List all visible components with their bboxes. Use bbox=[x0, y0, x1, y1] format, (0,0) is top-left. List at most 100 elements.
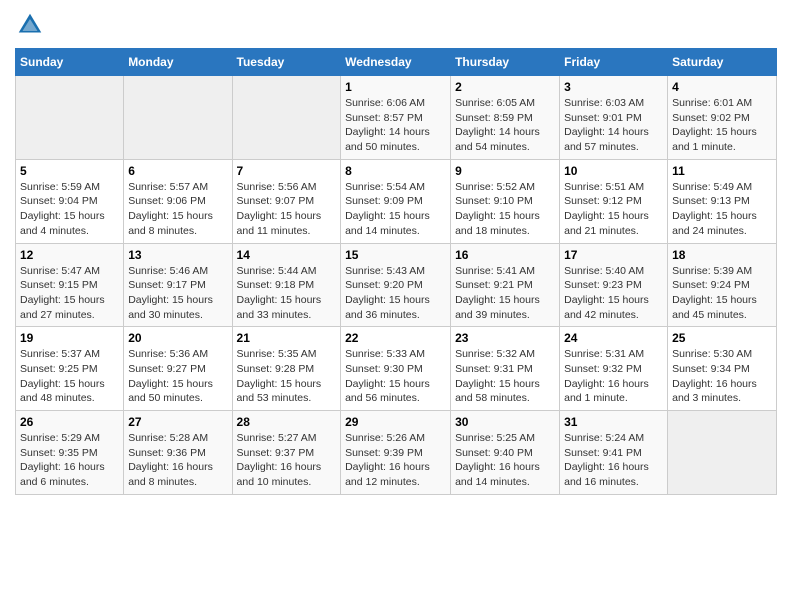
day-info: Sunrise: 5:30 AMSunset: 9:34 PMDaylight:… bbox=[672, 347, 772, 406]
day-info: Sunrise: 5:47 AMSunset: 9:15 PMDaylight:… bbox=[20, 264, 119, 323]
calendar-table: SundayMondayTuesdayWednesdayThursdayFrid… bbox=[15, 48, 777, 495]
day-info: Sunrise: 5:44 AMSunset: 9:18 PMDaylight:… bbox=[237, 264, 337, 323]
day-info: Sunrise: 5:43 AMSunset: 9:20 PMDaylight:… bbox=[345, 264, 446, 323]
day-info: Sunrise: 5:39 AMSunset: 9:24 PMDaylight:… bbox=[672, 264, 772, 323]
calendar-week-row: 12 Sunrise: 5:47 AMSunset: 9:15 PMDayligh… bbox=[16, 243, 777, 327]
weekday-header: Friday bbox=[560, 49, 668, 76]
calendar-cell: 21 Sunrise: 5:35 AMSunset: 9:28 PMDayligh… bbox=[232, 327, 341, 411]
calendar-week-row: 5Sunrise: 5:59 AMSunset: 9:04 PMDaylight… bbox=[16, 159, 777, 243]
calendar-cell: 28 Sunrise: 5:27 AMSunset: 9:37 PMDayligh… bbox=[232, 411, 341, 495]
day-number: 1 bbox=[345, 80, 446, 94]
weekday-header: Sunday bbox=[16, 49, 124, 76]
day-number: 21 bbox=[237, 331, 337, 345]
day-info: Sunrise: 5:52 AMSunset: 9:10 PMDaylight:… bbox=[455, 180, 555, 239]
day-number: 14 bbox=[237, 248, 337, 262]
calendar-cell: 13Sunrise: 5:46 AMSunset: 9:17 PMDayligh… bbox=[124, 243, 232, 327]
day-info: Sunrise: 5:29 AMSunset: 9:35 PMDaylight:… bbox=[20, 431, 119, 490]
day-number: 2 bbox=[455, 80, 555, 94]
day-number: 11 bbox=[672, 164, 772, 178]
day-number: 19 bbox=[20, 331, 119, 345]
calendar-cell: 18 Sunrise: 5:39 AMSunset: 9:24 PMDayligh… bbox=[668, 243, 777, 327]
calendar-cell: 12 Sunrise: 5:47 AMSunset: 9:15 PMDayligh… bbox=[16, 243, 124, 327]
day-info: Sunrise: 5:28 AMSunset: 9:36 PMDaylight:… bbox=[128, 431, 227, 490]
day-info: Sunrise: 5:31 AMSunset: 9:32 PMDaylight:… bbox=[564, 347, 663, 406]
calendar-cell: 14 Sunrise: 5:44 AMSunset: 9:18 PMDayligh… bbox=[232, 243, 341, 327]
day-info: Sunrise: 5:57 AMSunset: 9:06 PMDaylight:… bbox=[128, 180, 227, 239]
day-number: 28 bbox=[237, 415, 337, 429]
calendar-cell: 8 Sunrise: 5:54 AMSunset: 9:09 PMDaylight… bbox=[341, 159, 451, 243]
day-number: 17 bbox=[564, 248, 663, 262]
weekday-header: Saturday bbox=[668, 49, 777, 76]
day-number: 6 bbox=[128, 164, 227, 178]
day-number: 3 bbox=[564, 80, 663, 94]
calendar-header: SundayMondayTuesdayWednesdayThursdayFrid… bbox=[16, 49, 777, 76]
day-info: Sunrise: 5:37 AMSunset: 9:25 PMDaylight:… bbox=[20, 347, 119, 406]
calendar-week-row: 1 Sunrise: 6:06 AMSunset: 8:57 PMDaylight… bbox=[16, 76, 777, 160]
calendar-cell: 16 Sunrise: 5:41 AMSunset: 9:21 PMDayligh… bbox=[451, 243, 560, 327]
day-number: 15 bbox=[345, 248, 446, 262]
day-info: Sunrise: 5:25 AMSunset: 9:40 PMDaylight:… bbox=[455, 431, 555, 490]
day-number: 30 bbox=[455, 415, 555, 429]
calendar-cell bbox=[232, 76, 341, 160]
calendar-cell: 10 Sunrise: 5:51 AMSunset: 9:12 PMDayligh… bbox=[560, 159, 668, 243]
day-number: 12 bbox=[20, 248, 119, 262]
day-number: 18 bbox=[672, 248, 772, 262]
day-info: Sunrise: 5:49 AMSunset: 9:13 PMDaylight:… bbox=[672, 180, 772, 239]
calendar-cell: 17 Sunrise: 5:40 AMSunset: 9:23 PMDayligh… bbox=[560, 243, 668, 327]
calendar-cell: 19 Sunrise: 5:37 AMSunset: 9:25 PMDayligh… bbox=[16, 327, 124, 411]
calendar-cell: 9 Sunrise: 5:52 AMSunset: 9:10 PMDaylight… bbox=[451, 159, 560, 243]
day-info: Sunrise: 5:36 AMSunset: 9:27 PMDaylight:… bbox=[128, 347, 227, 406]
calendar-week-row: 19 Sunrise: 5:37 AMSunset: 9:25 PMDayligh… bbox=[16, 327, 777, 411]
day-info: Sunrise: 6:05 AMSunset: 8:59 PMDaylight:… bbox=[455, 96, 555, 155]
day-number: 31 bbox=[564, 415, 663, 429]
day-number: 8 bbox=[345, 164, 446, 178]
calendar-cell bbox=[16, 76, 124, 160]
calendar-cell: 20Sunrise: 5:36 AMSunset: 9:27 PMDayligh… bbox=[124, 327, 232, 411]
calendar-cell: 7Sunrise: 5:56 AMSunset: 9:07 PMDaylight… bbox=[232, 159, 341, 243]
calendar-week-row: 26Sunrise: 5:29 AMSunset: 9:35 PMDayligh… bbox=[16, 411, 777, 495]
calendar-cell: 27 Sunrise: 5:28 AMSunset: 9:36 PMDayligh… bbox=[124, 411, 232, 495]
day-info: Sunrise: 5:41 AMSunset: 9:21 PMDaylight:… bbox=[455, 264, 555, 323]
calendar-cell: 2 Sunrise: 6:05 AMSunset: 8:59 PMDaylight… bbox=[451, 76, 560, 160]
day-number: 29 bbox=[345, 415, 446, 429]
day-info: Sunrise: 6:01 AMSunset: 9:02 PMDaylight:… bbox=[672, 96, 772, 155]
calendar-cell: 26Sunrise: 5:29 AMSunset: 9:35 PMDayligh… bbox=[16, 411, 124, 495]
day-info: Sunrise: 5:27 AMSunset: 9:37 PMDaylight:… bbox=[237, 431, 337, 490]
day-number: 24 bbox=[564, 331, 663, 345]
day-info: Sunrise: 5:24 AMSunset: 9:41 PMDaylight:… bbox=[564, 431, 663, 490]
day-number: 9 bbox=[455, 164, 555, 178]
calendar-cell: 30 Sunrise: 5:25 AMSunset: 9:40 PMDayligh… bbox=[451, 411, 560, 495]
calendar-cell: 5Sunrise: 5:59 AMSunset: 9:04 PMDaylight… bbox=[16, 159, 124, 243]
calendar-cell bbox=[668, 411, 777, 495]
day-info: Sunrise: 5:59 AMSunset: 9:04 PMDaylight:… bbox=[20, 180, 119, 239]
day-number: 23 bbox=[455, 331, 555, 345]
day-info: Sunrise: 5:56 AMSunset: 9:07 PMDaylight:… bbox=[237, 180, 337, 239]
calendar-cell: 6 Sunrise: 5:57 AMSunset: 9:06 PMDaylight… bbox=[124, 159, 232, 243]
weekday-header: Monday bbox=[124, 49, 232, 76]
calendar-cell: 24 Sunrise: 5:31 AMSunset: 9:32 PMDayligh… bbox=[560, 327, 668, 411]
weekday-header: Thursday bbox=[451, 49, 560, 76]
day-info: Sunrise: 5:54 AMSunset: 9:09 PMDaylight:… bbox=[345, 180, 446, 239]
calendar-cell: 22Sunrise: 5:33 AMSunset: 9:30 PMDayligh… bbox=[341, 327, 451, 411]
day-info: Sunrise: 5:35 AMSunset: 9:28 PMDaylight:… bbox=[237, 347, 337, 406]
day-info: Sunrise: 5:51 AMSunset: 9:12 PMDaylight:… bbox=[564, 180, 663, 239]
day-number: 16 bbox=[455, 248, 555, 262]
calendar-cell: 29 Sunrise: 5:26 AMSunset: 9:39 PMDayligh… bbox=[341, 411, 451, 495]
calendar-cell: 1 Sunrise: 6:06 AMSunset: 8:57 PMDaylight… bbox=[341, 76, 451, 160]
weekday-header: Tuesday bbox=[232, 49, 341, 76]
weekday-header: Wednesday bbox=[341, 49, 451, 76]
day-number: 10 bbox=[564, 164, 663, 178]
calendar-cell: 11 Sunrise: 5:49 AMSunset: 9:13 PMDayligh… bbox=[668, 159, 777, 243]
day-info: Sunrise: 5:26 AMSunset: 9:39 PMDaylight:… bbox=[345, 431, 446, 490]
day-info: Sunrise: 5:32 AMSunset: 9:31 PMDaylight:… bbox=[455, 347, 555, 406]
calendar-cell: 4Sunrise: 6:01 AMSunset: 9:02 PMDaylight… bbox=[668, 76, 777, 160]
calendar-cell: 23 Sunrise: 5:32 AMSunset: 9:31 PMDayligh… bbox=[451, 327, 560, 411]
day-info: Sunrise: 5:40 AMSunset: 9:23 PMDaylight:… bbox=[564, 264, 663, 323]
calendar-cell: 25Sunrise: 5:30 AMSunset: 9:34 PMDayligh… bbox=[668, 327, 777, 411]
day-info: Sunrise: 6:06 AMSunset: 8:57 PMDaylight:… bbox=[345, 96, 446, 155]
page-header bbox=[15, 10, 777, 40]
calendar-cell: 31 Sunrise: 5:24 AMSunset: 9:41 PMDayligh… bbox=[560, 411, 668, 495]
day-number: 27 bbox=[128, 415, 227, 429]
day-info: Sunrise: 5:46 AMSunset: 9:17 PMDaylight:… bbox=[128, 264, 227, 323]
day-info: Sunrise: 5:33 AMSunset: 9:30 PMDaylight:… bbox=[345, 347, 446, 406]
